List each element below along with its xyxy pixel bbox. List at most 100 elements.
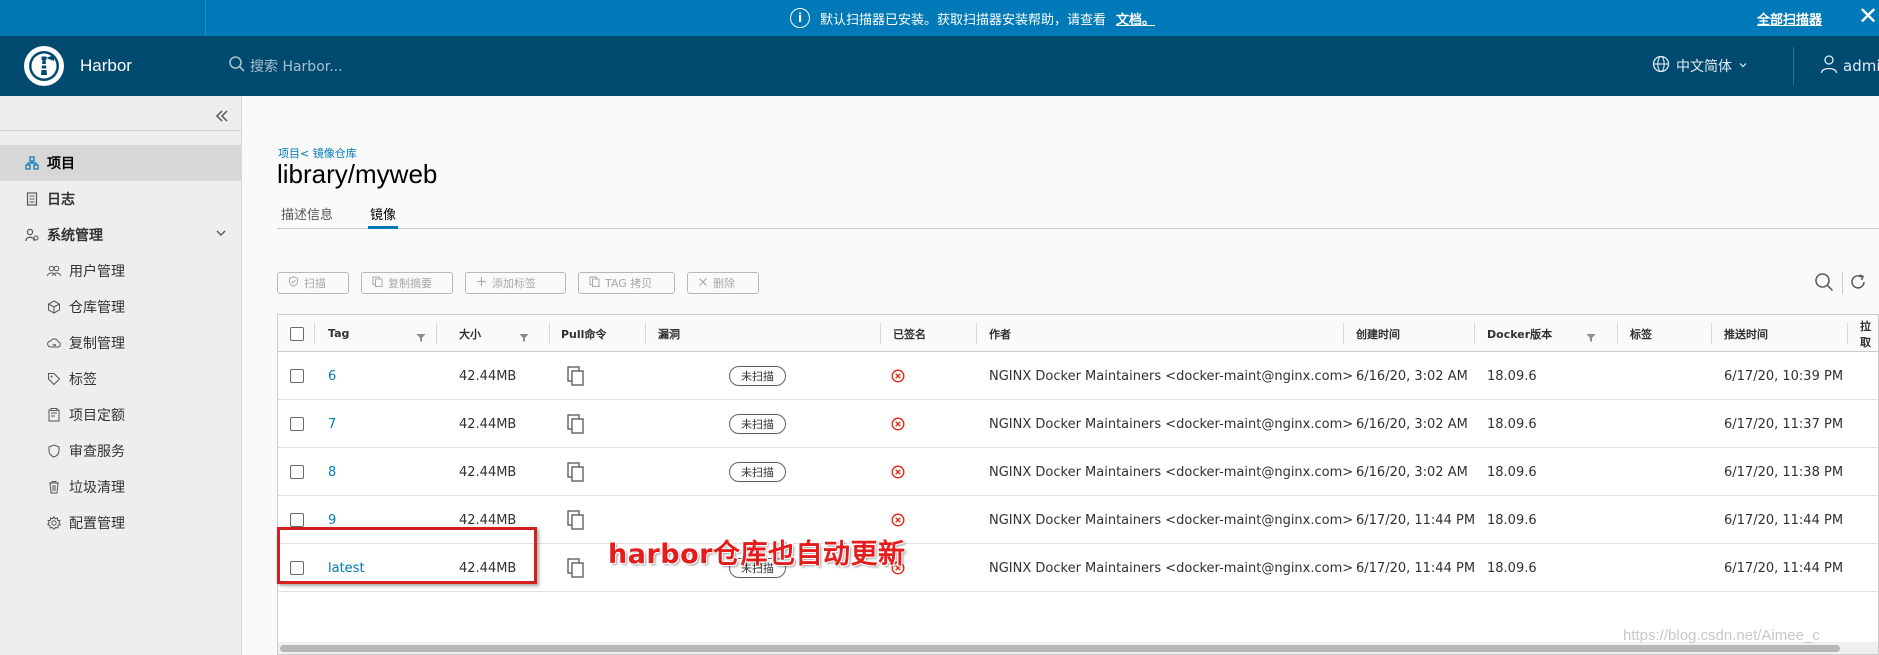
banner-message: i 默认扫描器已安装。获取扫描器安装帮助，请查看 文档。 [790, 0, 1155, 36]
row-checkbox-cell[interactable] [290, 400, 304, 448]
table-row[interactable]: 7 42.44MB 未扫描 NGINX Docker Maintainers <… [278, 400, 1878, 448]
copy-pull-command-icon[interactable] [567, 352, 585, 400]
sidebar-item-label: 日志 [47, 192, 75, 208]
copy-digest-button[interactable]: 复制摘要 [361, 272, 453, 294]
app-header: Harbor 搜索 Harbor... 中文简体 admin [0, 36, 1879, 96]
push-time-cell: 6/17/20, 11:44 PM [1724, 512, 1844, 528]
sidebar-item-label: 项目定额 [69, 408, 125, 424]
global-search[interactable]: 搜索 Harbor... [228, 36, 343, 96]
copy-icon [372, 276, 383, 290]
info-icon: i [790, 8, 810, 28]
docker-version-cell: 18.09.6 [1487, 560, 1537, 576]
sidebar-item-system-admin[interactable]: 系统管理 [0, 217, 242, 253]
sidebar-item-gc[interactable]: 垃圾清理 [0, 469, 242, 505]
delete-button[interactable]: 删除 [687, 272, 759, 294]
author-cell: NGINX Docker Maintainers <docker-maint@n… [989, 560, 1354, 576]
row-checkbox-cell[interactable] [290, 352, 304, 400]
sidebar-item-users[interactable]: 用户管理 [0, 253, 242, 289]
push-time-cell: 6/17/20, 11:37 PM [1724, 416, 1844, 432]
sidebar-item-config[interactable]: 配置管理 [0, 505, 242, 541]
chevron-down-icon[interactable] [215, 227, 227, 243]
username: admin [1843, 57, 1879, 75]
copy-pull-command-icon[interactable] [567, 544, 585, 592]
user-icon [1820, 54, 1838, 78]
column-header-author[interactable]: 作者 [989, 315, 1011, 352]
chevron-down-icon [1738, 58, 1748, 74]
search-input[interactable]: 搜索 Harbor... [250, 56, 343, 76]
scrollbar-thumb[interactable] [280, 645, 1840, 652]
user-menu[interactable]: admin [1820, 36, 1879, 96]
tab-info[interactable]: 描述信息 [281, 204, 333, 229]
filter-icon[interactable] [519, 328, 529, 347]
sidebar-item-registries[interactable]: 仓库管理 [0, 289, 242, 325]
sidebar-item-label: 用户管理 [69, 264, 125, 280]
tag-copy-button[interactable]: TAG 拷贝 [578, 272, 675, 294]
row-checkbox-cell[interactable] [290, 448, 304, 496]
tab-images[interactable]: 镜像 [368, 204, 399, 229]
table-row[interactable]: 6 42.44MB 未扫描 NGINX Docker Maintainers <… [278, 352, 1878, 400]
highlight-box [277, 527, 537, 584]
toolbar-divider [1842, 272, 1843, 294]
column-header-size[interactable]: 大小 [459, 315, 481, 352]
copy-pull-command-icon[interactable] [567, 496, 585, 544]
sidebar-item-labels[interactable]: 标签 [0, 361, 242, 397]
collapse-sidebar-icon[interactable] [215, 104, 229, 128]
filter-icon[interactable] [416, 328, 426, 347]
image-tags-table: Tag 大小 Pull命令 漏洞 已签名 作者 创建时间 Docker版本 标签… [277, 314, 1879, 655]
sidebar-item-interrogation[interactable]: 审查服务 [0, 433, 242, 469]
column-header-created[interactable]: 创建时间 [1356, 315, 1400, 352]
column-header-tag[interactable]: Tag [328, 315, 349, 352]
row-checkbox[interactable] [290, 369, 304, 383]
replication-icon [47, 336, 61, 350]
sidebar-item-label: 仓库管理 [69, 300, 125, 316]
scan-button[interactable]: 扫描 [277, 272, 349, 294]
tag-link[interactable]: 8 [328, 448, 336, 496]
watermark: https://blog.csdn.net/Aimee_c [1623, 627, 1820, 644]
refresh-icon[interactable] [1848, 272, 1868, 296]
table-header: Tag 大小 Pull命令 漏洞 已签名 作者 创建时间 Docker版本 标签… [278, 315, 1878, 352]
sidebar-item-projects[interactable]: 项目 [0, 145, 242, 181]
add-label-button[interactable]: 添加标签 [465, 272, 566, 294]
author-cell: NGINX Docker Maintainers <docker-maint@n… [989, 512, 1354, 528]
copy-pull-command-icon[interactable] [567, 400, 585, 448]
column-header-docker-version[interactable]: Docker版本 [1487, 315, 1552, 352]
column-divider [1617, 323, 1618, 344]
select-all-checkbox[interactable] [290, 326, 304, 341]
banner-text: 默认扫描器已安装。获取扫描器安装帮助，请查看 [820, 12, 1107, 28]
copy-pull-command-icon[interactable] [567, 448, 585, 496]
docker-version-cell: 18.09.6 [1487, 464, 1537, 480]
close-icon[interactable]: ✕ [1858, 1, 1878, 31]
row-checkbox[interactable] [290, 465, 304, 479]
created-cell: 6/16/20, 3:02 AM [1356, 416, 1468, 432]
doc-link[interactable]: 文档。 [1116, 9, 1155, 28]
sidebar-item-logs[interactable]: 日志 [0, 181, 242, 217]
brand-name[interactable]: Harbor [80, 36, 132, 96]
column-divider [976, 323, 977, 344]
filter-icon[interactable] [1586, 328, 1596, 347]
grid-search-icon[interactable] [1814, 272, 1834, 296]
row-checkbox[interactable] [290, 417, 304, 431]
sidebar-item-quotas[interactable]: 项目定额 [0, 397, 242, 433]
column-divider [436, 323, 437, 344]
tag-link[interactable]: 7 [328, 400, 336, 448]
vulnerability-status: 未扫描 [729, 448, 786, 496]
all-scanners-link[interactable]: 全部扫描器 [1757, 0, 1822, 36]
signed-status-icon [891, 448, 905, 496]
column-header-push-time[interactable]: 推送时间 [1724, 315, 1768, 352]
column-header-vulnerability[interactable]: 漏洞 [658, 315, 680, 352]
harbor-logo[interactable] [24, 46, 64, 86]
log-icon [25, 192, 39, 206]
table-row[interactable]: 8 42.44MB 未扫描 NGINX Docker Maintainers <… [278, 448, 1878, 496]
push-time-cell: 6/17/20, 11:44 PM [1724, 560, 1844, 576]
sidebar-item-replications[interactable]: 复制管理 [0, 325, 242, 361]
language-selector[interactable]: 中文简体 [1652, 36, 1748, 96]
column-header-pull-time[interactable]: 拉取 [1860, 315, 1878, 352]
toolbar: 扫描 复制摘要 添加标签 TAG 拷贝 删除 [277, 272, 759, 294]
delete-label: 删除 [713, 277, 735, 290]
tag-copy-label: TAG 拷贝 [605, 277, 653, 290]
shield-check-icon [288, 276, 299, 290]
vulnerability-status: 未扫描 [729, 352, 786, 400]
tag-link[interactable]: 6 [328, 352, 336, 400]
select-all-checkbox-cell[interactable] [290, 315, 304, 352]
row-checkbox[interactable] [290, 513, 304, 527]
